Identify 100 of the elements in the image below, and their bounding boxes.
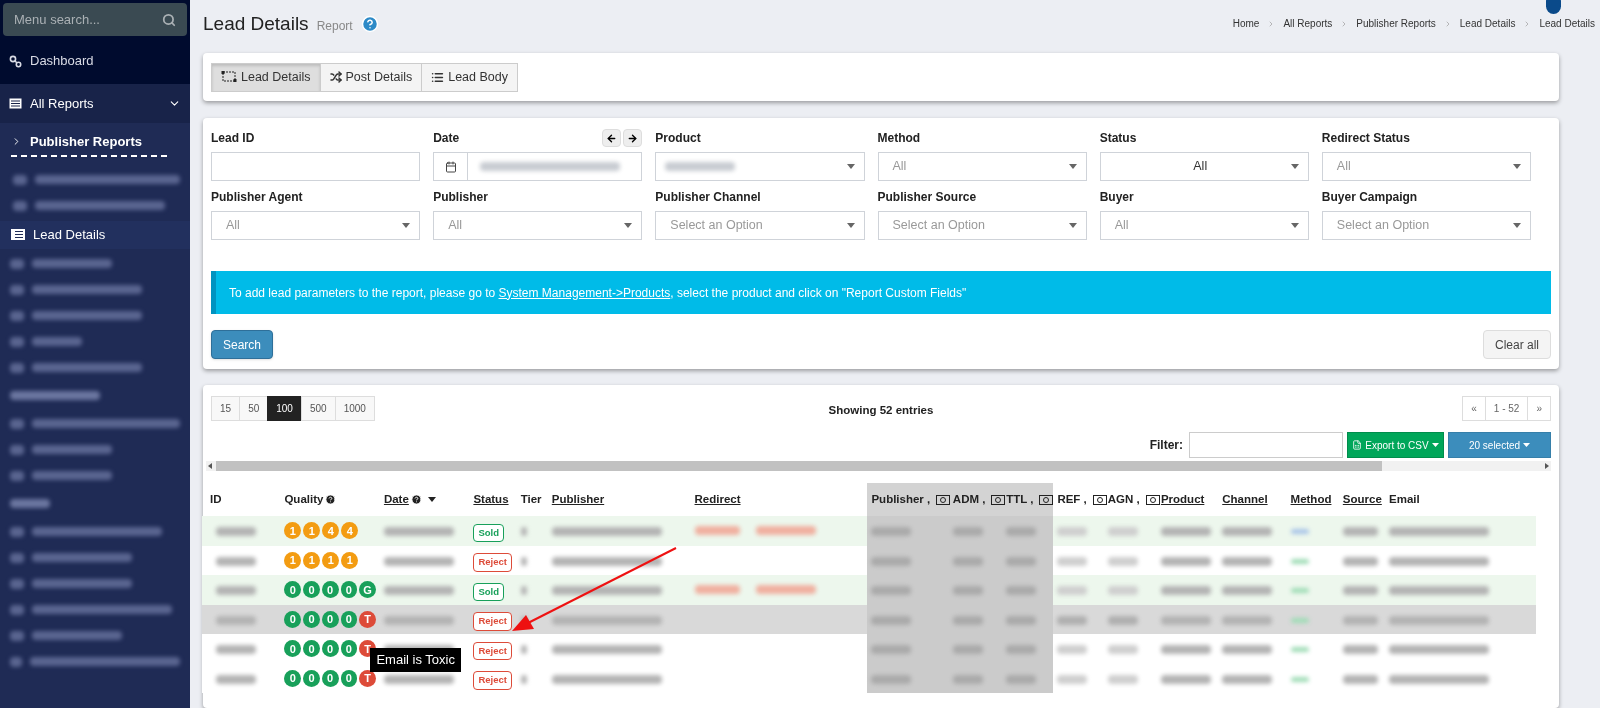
- previous-button[interactable]: [602, 129, 622, 147]
- column-header: AGN ,: [1107, 490, 1160, 509]
- filter-label: Filter:: [1149, 437, 1183, 454]
- quality-badge: 1: [341, 551, 359, 569]
- breadcrumb-link[interactable]: Publisher Reports: [1356, 16, 1436, 31]
- column-header[interactable]: Status: [473, 490, 509, 509]
- quality-badge: 1: [284, 551, 302, 569]
- field-label: Buyer: [1099, 189, 1134, 206]
- quality-badge: 0: [284, 640, 302, 658]
- quality-badge: 0: [321, 640, 339, 658]
- text-field[interactable]: [211, 152, 421, 181]
- sidebar-section-header[interactable]: Publisher Reports: [11, 132, 167, 157]
- column-header[interactable]: Publisher: [551, 490, 605, 509]
- status-label: Reject: [473, 671, 512, 690]
- page-title: Lead Details: [203, 12, 309, 36]
- filter-field[interactable]: [1189, 432, 1343, 458]
- quality-badge: 4: [322, 522, 340, 540]
- sort-icon[interactable]: [427, 497, 436, 502]
- column-header[interactable]: Method: [1290, 490, 1332, 509]
- field-label: Product: [655, 130, 701, 147]
- caret-icon: [1068, 164, 1077, 169]
- list-icon: [431, 70, 445, 84]
- column-header: ID: [210, 491, 222, 507]
- column-header[interactable]: Product: [1160, 490, 1205, 509]
- field-label: Lead ID: [211, 130, 255, 147]
- quality-badge: 0: [303, 640, 320, 658]
- page-size-button[interactable]: 50: [239, 396, 269, 421]
- status-label: Sold: [473, 582, 504, 601]
- quality-badge: 0: [340, 640, 358, 658]
- quality-badge: 0: [321, 581, 339, 599]
- quality-badge: 0: [340, 610, 358, 628]
- select-field[interactable]: All: [1099, 152, 1309, 181]
- search-button[interactable]: Search: [211, 330, 274, 359]
- field-label: Publisher: [433, 189, 488, 206]
- view-tab[interactable]: Post Details: [319, 62, 423, 92]
- column-header: TTL ,: [1006, 490, 1054, 509]
- caret-icon: [1290, 223, 1299, 228]
- field-label: Buyer Campaign: [1321, 189, 1418, 206]
- page-size-button[interactable]: 1000: [334, 396, 375, 421]
- list-icon: [11, 229, 25, 240]
- link-icon: [9, 54, 22, 68]
- columns-button[interactable]: 20 selected: [1448, 432, 1551, 458]
- pagination-button[interactable]: »: [1527, 396, 1551, 421]
- menu-search-field[interactable]: Menu search...: [3, 3, 187, 36]
- caret-icon: [624, 223, 633, 228]
- quality-badge: 0: [303, 669, 320, 687]
- info-text: To add lead parameters to the report, please go to System Management->Products, select the product and click on "Report Custom Fields": [229, 284, 967, 302]
- date-range-field[interactable]: [433, 152, 643, 181]
- page-size-button[interactable]: 500: [300, 396, 336, 421]
- quality-badge: 0: [340, 581, 358, 599]
- quality-badge: T: [359, 610, 376, 628]
- caret-icon: [1523, 443, 1531, 447]
- field-label: Date: [433, 130, 460, 147]
- sidebar-item[interactable]: Dashboard: [0, 38, 190, 84]
- next-button[interactable]: [623, 129, 643, 147]
- quality-badge: 1: [322, 551, 340, 569]
- status-label: Reject: [473, 641, 512, 660]
- column-header[interactable]: Date: [383, 490, 436, 509]
- pagination-button[interactable]: 1 - 52: [1484, 396, 1529, 421]
- breadcrumb-link[interactable]: Lead Details: [1459, 16, 1516, 31]
- caret-icon: [1431, 443, 1439, 447]
- field-label: Publisher Source: [877, 189, 977, 206]
- quality-badge: 0: [303, 610, 320, 628]
- column-header: ADM ,: [952, 490, 1006, 509]
- column-header: Quality: [284, 490, 337, 509]
- page-subtitle: Report: [316, 18, 353, 36]
- column-header: Tier: [520, 491, 542, 507]
- select-field[interactable]: [655, 152, 865, 181]
- field-label: Redirect Status: [1321, 130, 1410, 147]
- help-icon[interactable]: [360, 15, 379, 34]
- page-size-button[interactable]: 100: [267, 396, 302, 421]
- quality-badge: 0: [284, 669, 302, 687]
- breadcrumb-link[interactable]: Lead Details: [1539, 16, 1595, 31]
- quality-badge: 1: [284, 522, 302, 540]
- page-size-button[interactable]: 15: [211, 396, 241, 421]
- breadcrumb-link[interactable]: Home: [1232, 16, 1260, 31]
- avatar[interactable]: [1546, 0, 1561, 14]
- column-header[interactable]: Redirect: [694, 490, 741, 509]
- status-label: Reject: [473, 553, 512, 572]
- field-label: Status: [1099, 130, 1137, 147]
- column-header: REF ,: [1057, 490, 1107, 509]
- entries-summary: Showing 52 entries: [828, 402, 934, 418]
- column-header[interactable]: Source: [1342, 490, 1382, 509]
- pagination-button[interactable]: «: [1462, 396, 1486, 421]
- horizontal-scrollbar[interactable]: [206, 461, 1551, 471]
- quality-badge: T: [359, 669, 376, 687]
- tooltip: Email is Toxic: [370, 648, 461, 672]
- status-label: Sold: [473, 523, 504, 542]
- breadcrumb-link[interactable]: All Reports: [1283, 16, 1333, 31]
- sidebar-item[interactable]: All Reports: [0, 84, 190, 123]
- view-tab[interactable]: Lead Body: [421, 62, 518, 92]
- view-tab[interactable]: Lead Details: [211, 62, 321, 92]
- sidebar-item[interactable]: Lead Details: [0, 220, 190, 249]
- clear-all-button[interactable]: Clear all: [1483, 330, 1551, 359]
- quality-badge: 0: [340, 669, 358, 687]
- calendar-icon: [444, 160, 457, 173]
- column-header[interactable]: Channel: [1222, 490, 1268, 509]
- caret-icon: [1513, 223, 1521, 228]
- report-icon: [9, 98, 22, 109]
- quality-badge: 0: [321, 610, 339, 628]
